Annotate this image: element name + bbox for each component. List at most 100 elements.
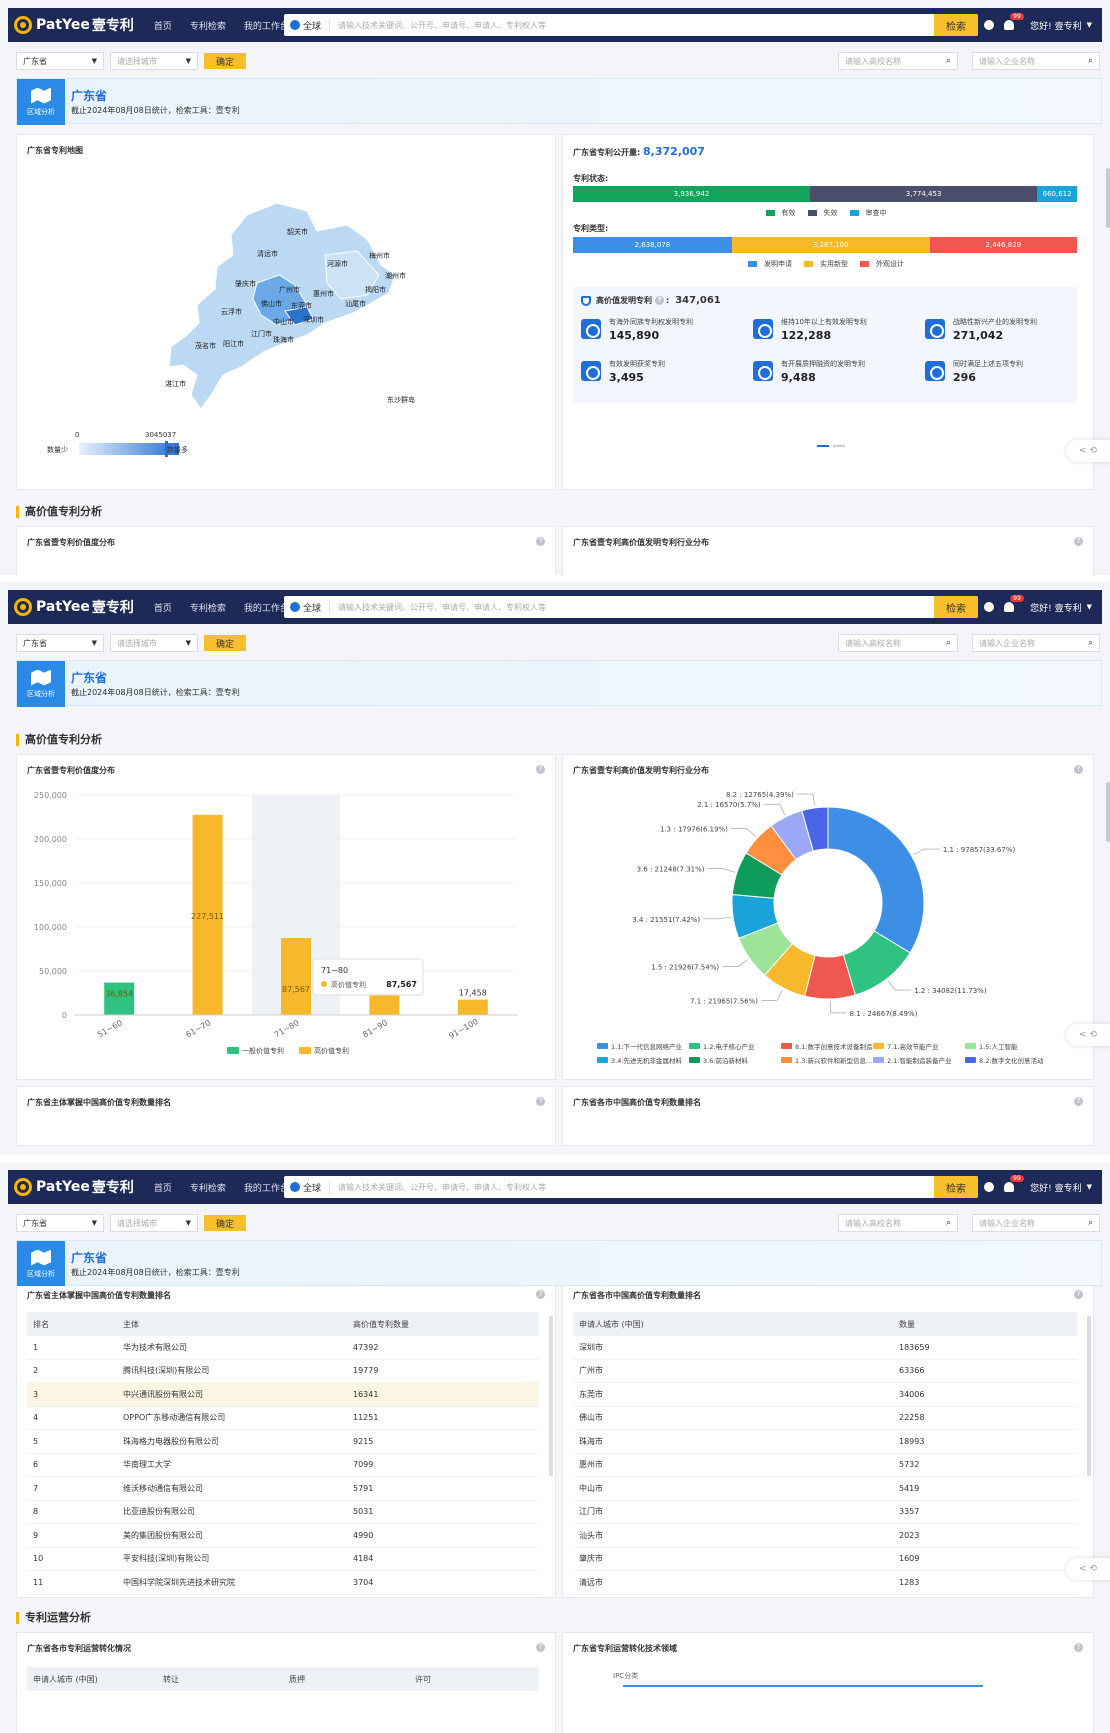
float-toggle-button[interactable]: < ⟲ <box>1066 440 1110 462</box>
help-icon[interactable]: ? <box>1074 765 1083 774</box>
bar-segment[interactable]: 3,936,942 <box>573 186 810 202</box>
industry-donut-chart[interactable]: 1.1 : 97857(33.67%) 1.2 : 34082(11.73%) 8.… <box>563 781 1093 1077</box>
search-scope-select[interactable]: 全球 <box>284 1180 331 1194</box>
company-search-input[interactable]: 请输入企业名称 ⌕ <box>972 52 1100 70</box>
user-greeting[interactable]: 您好! 壹专利 <box>1030 19 1081 32</box>
bar-segment[interactable]: 3,287,100 <box>731 237 930 253</box>
help-icon[interactable]: ? <box>1074 1290 1083 1299</box>
search-input[interactable]: 请输入技术关键词、公开号、申请号、申请人、专利权人等 <box>338 602 934 613</box>
table-row[interactable]: 珠海市 18993 <box>573 1430 1077 1454</box>
bar[interactable] <box>457 999 488 1015</box>
bar-segment[interactable]: 2,638,078 <box>573 237 732 253</box>
logo[interactable]: PatYee 壹专利 <box>14 1177 134 1197</box>
legend-label[interactable]: 1.1:下一代信息网络产业 <box>611 1042 683 1051</box>
school-search-input[interactable]: 请输入高校名称 ⌕ <box>838 52 958 70</box>
legend-item[interactable]: 审查中 <box>849 208 891 218</box>
legend-item[interactable]: 有效 <box>765 208 800 218</box>
help-icon[interactable] <box>984 602 995 612</box>
bar[interactable] <box>281 937 311 1015</box>
user-greeting[interactable]: 您好! 壹专利 <box>1030 601 1081 614</box>
school-search-input[interactable]: 请输入高校名称 ⌕ <box>838 1214 958 1232</box>
carousel-dot-active[interactable] <box>817 445 829 447</box>
nav-search[interactable]: 专利检索 <box>190 1181 226 1194</box>
column-header[interactable]: 数量 <box>893 1319 1053 1330</box>
bell-icon[interactable]: 99 <box>1004 595 1024 612</box>
bar-segment[interactable]: 2,446,829 <box>929 237 1077 253</box>
column-header[interactable]: 申请人城市 (中国) <box>573 1319 893 1330</box>
user-greeting[interactable]: 您好! 壹专利 <box>1030 1181 1081 1194</box>
metric-tile[interactable]: 战略性新兴产业的发明专利 271,042 <box>925 317 1075 351</box>
help-icon[interactable]: ? <box>655 296 664 305</box>
chevron-down-icon[interactable]: ▼ <box>1087 21 1092 29</box>
nav-home[interactable]: 首页 <box>154 601 172 614</box>
table-row[interactable]: 东莞市 34006 <box>573 1383 1077 1407</box>
search-button[interactable]: 检索 <box>934 596 978 618</box>
help-icon[interactable]: ? <box>536 1097 545 1106</box>
status-bar[interactable]: 3,936,942 3,774,453 660,612 <box>573 186 1077 202</box>
bell-icon[interactable]: 99 <box>1004 1175 1024 1192</box>
legend-label[interactable]: 1.2:电子核心产业 <box>703 1042 755 1051</box>
company-search-input[interactable]: 请输入企业名称 ⌕ <box>972 1214 1100 1232</box>
help-icon[interactable]: ? <box>536 765 545 774</box>
table-row[interactable]: 江门市 3357 <box>573 1501 1077 1524</box>
search-icon[interactable]: ⌕ <box>946 638 951 648</box>
donut-slice[interactable] <box>827 806 925 954</box>
table-row[interactable]: 深圳市 183659 <box>573 1336 1077 1360</box>
metric-tile[interactable]: 有海外同族专利权发明专利 145,890 <box>581 317 731 351</box>
column-header[interactable]: 排名 <box>27 1319 117 1330</box>
legend-label[interactable]: 8.2:数字文化创意活动 <box>979 1056 1044 1065</box>
table-row[interactable]: 2 腾讯科技(深圳)有限公司 19779 <box>27 1360 539 1383</box>
help-icon[interactable]: ? <box>1074 1643 1083 1652</box>
table-row[interactable]: 9 美的集团股份有限公司 4990 <box>27 1524 539 1548</box>
legend-label[interactable]: 3.4:先进无机非金属材料 <box>611 1056 683 1065</box>
float-toggle-button[interactable]: < ⟲ <box>1066 1558 1110 1580</box>
logo[interactable]: PatYee 壹专利 <box>14 15 134 35</box>
help-icon[interactable] <box>984 1182 995 1192</box>
search-icon[interactable]: ⌕ <box>1088 638 1093 648</box>
table-row[interactable]: 4 OPPO广东移动通信有限公司 11251 <box>27 1407 539 1430</box>
bar-segment[interactable]: 3,774,453 <box>810 186 1038 202</box>
legend-item[interactable]: 实用新型 <box>804 259 852 269</box>
help-icon[interactable]: ? <box>536 537 545 546</box>
help-icon[interactable] <box>984 20 995 30</box>
value-dist-chart[interactable]: 0 50,000 100,000 150,000 200,000 250,000 36,85… <box>17 781 555 1077</box>
metric-tile[interactable]: 有效发明获奖专利 3,495 <box>581 359 731 393</box>
table-row[interactable]: 佛山市 22258 <box>573 1407 1077 1430</box>
page-scrollbar[interactable] <box>1106 168 1110 228</box>
nav-home[interactable]: 首页 <box>154 1181 172 1194</box>
table-row[interactable]: 3 中兴通讯股份有限公司 16341 <box>27 1383 539 1407</box>
nav-workbench[interactable]: 我的工作台 <box>244 601 289 614</box>
legend-label[interactable]: 1.5:人工智能 <box>979 1042 1018 1051</box>
table-row[interactable]: 6 华南理工大学 7099 <box>27 1454 539 1477</box>
help-icon[interactable]: ? <box>536 1643 545 1652</box>
search-button[interactable]: 检索 <box>934 14 978 36</box>
city-select[interactable]: 请选择城市 ▼ <box>110 1214 198 1232</box>
carousel-dot[interactable] <box>833 445 845 447</box>
school-search-input[interactable]: 请输入高校名称 ⌕ <box>838 634 958 652</box>
confirm-button[interactable]: 确定 <box>204 635 247 651</box>
province-select[interactable]: 广东省 ▼ <box>16 52 104 70</box>
column-header[interactable]: 高价值专利数量 <box>347 1319 507 1330</box>
chevron-down-icon[interactable]: ▼ <box>1087 1183 1092 1191</box>
search-icon[interactable]: ⌕ <box>1088 56 1093 66</box>
search-icon[interactable]: ⌕ <box>1088 1218 1093 1228</box>
table-row[interactable]: 10 平安科技(深圳)有限公司 4184 <box>27 1548 539 1571</box>
column-header[interactable]: 主体 <box>117 1319 347 1330</box>
nav-workbench[interactable]: 我的工作台 <box>244 19 289 32</box>
legend-item[interactable]: 外观设计 <box>860 259 908 269</box>
legend-item[interactable]: 发明申请 <box>748 259 796 269</box>
chevron-down-icon[interactable]: ▼ <box>1087 603 1092 611</box>
table-row[interactable]: 8 比亚迪股份有限公司 5031 <box>27 1501 539 1524</box>
search-icon[interactable]: ⌕ <box>946 56 951 66</box>
legend-label[interactable]: 1.3:新兴软件和新型信息... <box>795 1056 872 1065</box>
metric-tile[interactable]: 有开展质押融资的发明专利 9,488 <box>753 359 903 393</box>
table-row[interactable]: 清远市 1283 <box>573 1571 1077 1595</box>
table-row[interactable]: 汕头市 2023 <box>573 1524 1077 1548</box>
company-search-input[interactable]: 请输入企业名称 ⌕ <box>972 634 1100 652</box>
search-scope-select[interactable]: 全球 <box>284 600 331 614</box>
nav-search[interactable]: 专利检索 <box>190 601 226 614</box>
table-row[interactable]: 5 珠海格力电器股份有限公司 9215 <box>27 1430 539 1454</box>
help-icon[interactable]: ? <box>1074 537 1083 546</box>
search-input[interactable]: 请输入技术关键词、公开号、申请号、申请人、专利权人等 <box>338 20 934 31</box>
bell-icon[interactable]: 99 <box>1004 13 1024 30</box>
